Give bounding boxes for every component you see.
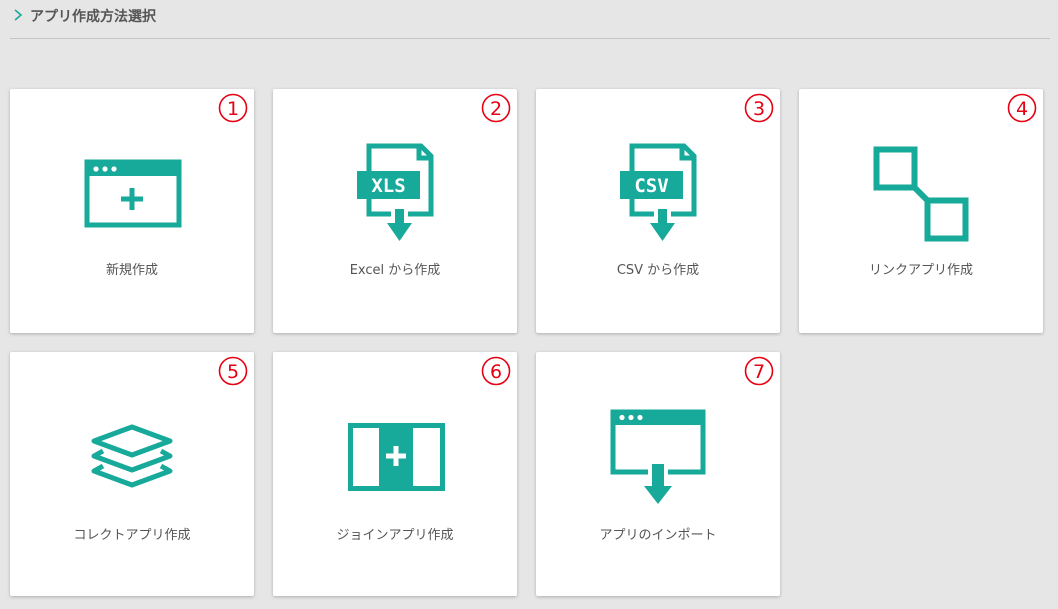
join-panels-plus-icon xyxy=(348,423,445,491)
card-csv-import[interactable]: 3 CSV CSV から作成 xyxy=(536,89,780,333)
card-label: コレクトアプリ作成 xyxy=(73,528,191,543)
svg-text:7: 7 xyxy=(753,361,765,383)
card-new-app[interactable]: 1 新規作成 xyxy=(10,89,254,333)
page-header: アプリ作成方法選択 xyxy=(10,0,1050,39)
number-badge-5: 5 xyxy=(218,356,248,386)
number-badge-1: 1 xyxy=(218,93,248,123)
svg-text:4: 4 xyxy=(1016,98,1028,120)
new-app-window-plus-icon xyxy=(84,159,182,228)
svg-text:XLS: XLS xyxy=(371,175,405,197)
number-badge-6: 6 xyxy=(481,356,511,386)
page-title: アプリ作成方法選択 xyxy=(30,9,156,25)
card-join-app[interactable]: 6 ジョインアプリ作成 xyxy=(273,352,517,596)
number-badge-7: 7 xyxy=(744,356,774,386)
svg-text:6: 6 xyxy=(490,361,502,383)
card-label: 新規作成 xyxy=(105,263,158,278)
number-badge-4: 4 xyxy=(1007,93,1037,123)
card-excel-import[interactable]: 2 XLS Excel から作成 xyxy=(273,89,517,333)
card-collect-app[interactable]: 5 コレクトアプリ作成 xyxy=(10,352,254,596)
xls-file-download-icon: XLS xyxy=(357,143,434,241)
card-label: アプリのインポート xyxy=(599,528,717,543)
svg-text:5: 5 xyxy=(227,361,239,383)
number-badge-2: 2 xyxy=(481,93,511,123)
svg-text:CSV: CSV xyxy=(634,175,668,197)
collect-layers-icon xyxy=(91,424,173,488)
card-label: CSV から作成 xyxy=(616,263,700,278)
svg-text:1: 1 xyxy=(227,98,239,120)
card-label: リンクアプリ作成 xyxy=(868,263,973,278)
svg-text:3: 3 xyxy=(753,98,765,120)
card-label: Excel から作成 xyxy=(349,263,441,278)
csv-file-download-icon: CSV xyxy=(620,143,697,241)
chevron-right-icon xyxy=(14,9,23,21)
svg-text:2: 2 xyxy=(490,98,502,120)
number-badge-3: 3 xyxy=(744,93,774,123)
import-window-download-icon xyxy=(610,409,706,504)
card-import-app[interactable]: 7 アプリのインポート xyxy=(536,352,780,596)
card-link-app[interactable]: 4 リンクアプリ作成 xyxy=(799,89,1043,333)
card-label: ジョインアプリ作成 xyxy=(336,528,454,543)
link-squares-icon xyxy=(873,146,969,242)
